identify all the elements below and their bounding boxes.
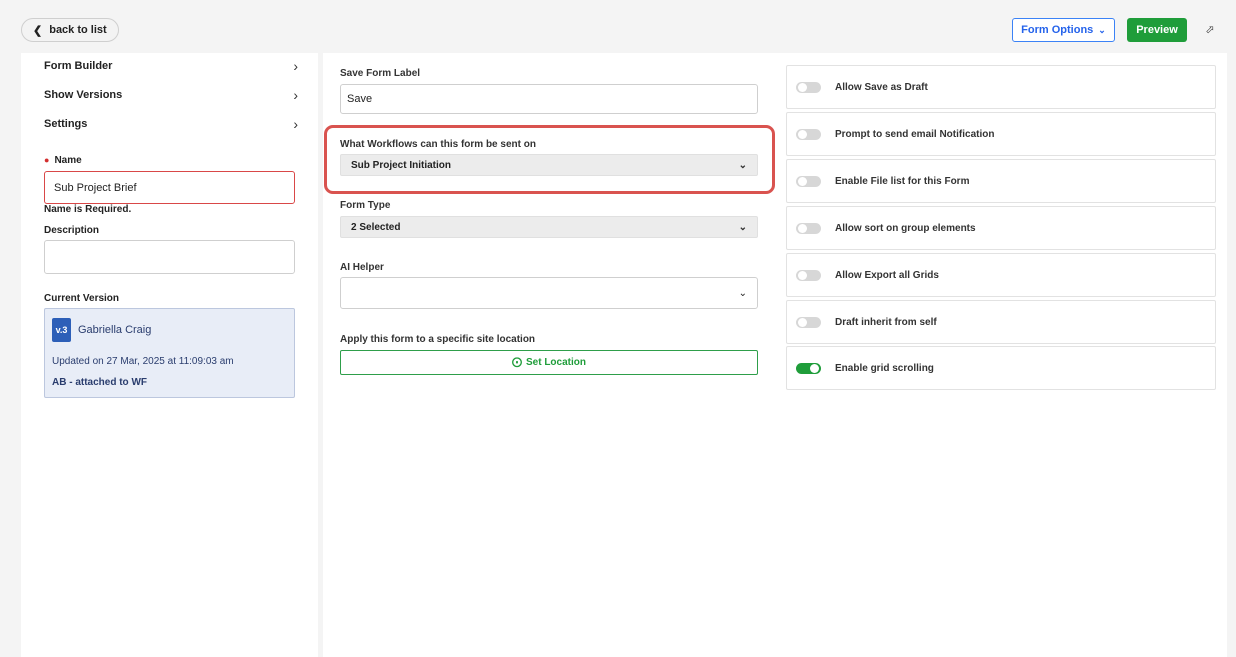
current-version-label: Current Version xyxy=(44,293,120,304)
nav-item-label: Show Versions xyxy=(44,89,123,101)
option-enable-grid-scrolling[interactable]: Enable grid scrolling xyxy=(786,346,1216,390)
description-label: Description xyxy=(44,225,100,236)
option-allow-save-as-draft[interactable]: Allow Save as Draft xyxy=(786,65,1216,109)
option-draft-inherit-from-self[interactable]: Draft inherit from self xyxy=(786,300,1216,344)
option-label: Allow Save as Draft xyxy=(835,81,928,93)
save-form-label-title: Save Form Label xyxy=(340,68,421,79)
save-form-label-input[interactable]: Save xyxy=(340,84,758,114)
form-options-label: Form Options xyxy=(1021,24,1094,36)
preview-button[interactable]: Preview xyxy=(1127,18,1187,42)
target-icon: ⨀ xyxy=(511,357,522,368)
option-prompt-email-notification[interactable]: Prompt to send email Notification xyxy=(786,112,1216,156)
chevron-right-icon: › xyxy=(293,116,298,132)
save-form-label-value: Save xyxy=(347,93,373,105)
workflows-title: What Workflows can this form be sent on xyxy=(340,139,536,150)
form-type-select[interactable]: 2 Selected ⌄ xyxy=(340,216,758,238)
toggle-switch[interactable] xyxy=(796,269,821,281)
nav-item-settings[interactable]: Settings › xyxy=(44,114,298,134)
name-input-value: Sub Project Brief xyxy=(54,181,137,194)
left-sidebar: Form Builder › Show Versions › Settings … xyxy=(21,53,318,657)
back-to-list-label: back to list xyxy=(49,24,107,36)
toggle-switch[interactable] xyxy=(796,128,821,140)
nav-item-label: Settings xyxy=(44,118,88,130)
version-author: Gabriella Craig xyxy=(78,324,152,336)
back-to-list-button[interactable]: ❮ back to list xyxy=(21,18,119,42)
workflows-select-value: Sub Project Initiation xyxy=(351,159,452,171)
chevron-right-icon: › xyxy=(293,58,298,74)
required-indicator: ● xyxy=(44,155,50,165)
chevron-down-icon: ⌄ xyxy=(1098,24,1106,35)
version-updated-text: Updated on 27 Mar, 2025 at 11:09:03 am xyxy=(52,356,234,367)
option-label: Enable File list for this Form xyxy=(835,175,970,187)
chevron-left-icon: ❮ xyxy=(33,24,43,37)
ai-helper-select[interactable]: ⌄ xyxy=(340,277,758,309)
chevron-right-icon: › xyxy=(293,87,298,103)
version-note: AB - attached to WF xyxy=(52,377,147,388)
option-allow-sort-group-elements[interactable]: Allow sort on group elements xyxy=(786,206,1216,250)
form-type-title: Form Type xyxy=(340,200,391,211)
location-title: Apply this form to a specific site locat… xyxy=(340,334,536,345)
toggle-switch[interactable] xyxy=(796,81,821,93)
nav-item-label: Form Builder xyxy=(44,60,113,72)
form-type-select-value: 2 Selected xyxy=(351,221,401,233)
toggle-switch[interactable] xyxy=(796,362,821,374)
current-version-card: v.3 Gabriella Craig Updated on 27 Mar, 2… xyxy=(44,308,295,398)
option-label: Prompt to send email Notification xyxy=(835,128,995,140)
set-location-button[interactable]: ⨀ Set Location xyxy=(340,350,758,375)
name-label: ● Name xyxy=(44,155,82,166)
option-enable-file-list[interactable]: Enable File list for this Form xyxy=(786,159,1216,203)
name-error-message: Name is Required. xyxy=(44,204,132,215)
workflows-select[interactable]: Sub Project Initiation ⌄ xyxy=(340,154,758,176)
option-allow-export-all-grids[interactable]: Allow Export all Grids xyxy=(786,253,1216,297)
toggle-switch[interactable] xyxy=(796,222,821,234)
chevron-down-icon: ⌄ xyxy=(738,221,747,233)
expand-icon[interactable]: ⬀ xyxy=(1202,21,1218,37)
ai-helper-title: AI Helper xyxy=(340,262,384,273)
option-label: Allow Export all Grids xyxy=(835,269,939,281)
main-settings-panel: Save Form Label Save What Workflows can … xyxy=(323,53,1227,657)
toggle-switch[interactable] xyxy=(796,316,821,328)
description-input[interactable] xyxy=(44,240,295,274)
set-location-label: Set Location xyxy=(525,357,586,368)
nav-item-show-versions[interactable]: Show Versions › xyxy=(44,85,298,105)
option-label: Draft inherit from self xyxy=(835,316,937,328)
name-input[interactable]: Sub Project Brief xyxy=(44,171,295,204)
toggle-switch[interactable] xyxy=(796,175,821,187)
option-label: Allow sort on group elements xyxy=(835,222,976,234)
nav-item-form-builder[interactable]: Form Builder › xyxy=(44,56,298,76)
chevron-down-icon: ⌄ xyxy=(738,287,747,299)
option-label: Enable grid scrolling xyxy=(835,362,934,374)
chevron-down-icon: ⌄ xyxy=(738,159,747,171)
version-badge: v.3 xyxy=(52,318,71,342)
form-options-button[interactable]: Form Options ⌄ xyxy=(1012,18,1115,42)
